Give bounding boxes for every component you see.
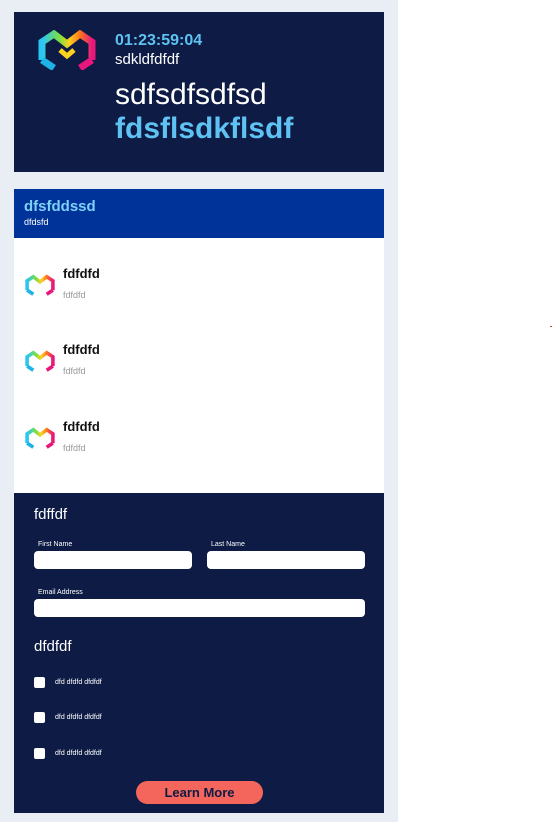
hero-title-accent: fdsflsdkflsdf bbox=[115, 112, 294, 145]
last-name-label: Last Name bbox=[211, 541, 245, 548]
m-logo-icon bbox=[25, 427, 55, 449]
list-item: fdfdfd fdfdfd bbox=[14, 411, 384, 471]
email-label: Email Address bbox=[38, 589, 83, 596]
options-heading: dfdfdf bbox=[34, 638, 72, 655]
first-name-field[interactable] bbox=[34, 551, 192, 569]
section-banner: dfsfddssd dfdsfd bbox=[14, 189, 384, 238]
option-label: dfd dfdfd dfdfdf bbox=[55, 714, 102, 721]
list-item-subtitle: fdfdfd bbox=[63, 443, 86, 453]
page-background: 01:23:59:04 sdkldfdfdf sdfsdfsdfsd fdsfl… bbox=[0, 0, 398, 822]
list-item-subtitle: fdfdfd bbox=[63, 290, 86, 300]
feature-list: fdfdfd fdfdfd fdfdfd fdfdfd fdfdfd fdfdf… bbox=[14, 238, 384, 493]
list-item-title: fdfdfd bbox=[63, 266, 100, 281]
option-checkbox[interactable] bbox=[34, 712, 45, 723]
list-item-title: fdfdfd bbox=[63, 419, 100, 434]
m-logo-icon bbox=[38, 30, 96, 70]
list-item: fdfdfd fdfdfd bbox=[14, 258, 384, 318]
hero-subtitle: sdkldfdfdf bbox=[115, 51, 180, 68]
option-checkbox[interactable] bbox=[34, 677, 45, 688]
email-field[interactable] bbox=[34, 599, 365, 617]
m-logo-icon bbox=[25, 274, 55, 296]
countdown-timer: 01:23:59:04 bbox=[115, 32, 203, 49]
list-item: fdfdfd fdfdfd bbox=[14, 334, 384, 394]
stray-mark bbox=[550, 326, 552, 327]
hero-title: sdfsdfsdfsd bbox=[115, 78, 267, 111]
m-logo-icon bbox=[25, 350, 55, 372]
hero-header: 01:23:59:04 sdkldfdfdf sdfsdfsdfsd fdsfl… bbox=[14, 12, 384, 172]
learn-more-button[interactable]: Learn More bbox=[136, 781, 263, 804]
banner-subtitle: dfdsfd bbox=[24, 217, 49, 227]
last-name-field[interactable] bbox=[207, 551, 365, 569]
first-name-label: First Name bbox=[38, 541, 73, 548]
option-checkbox[interactable] bbox=[34, 748, 45, 759]
form-heading: fdffdf bbox=[34, 506, 68, 523]
list-item-subtitle: fdfdfd bbox=[63, 366, 86, 376]
option-label: dfd dfdfd dfdfdf bbox=[55, 750, 102, 757]
list-item-title: fdfdfd bbox=[63, 342, 100, 357]
signup-form: fdffdf First Name Last Name Email Addres… bbox=[14, 493, 384, 813]
option-label: dfd dfdfd dfdfdf bbox=[55, 679, 102, 686]
banner-title: dfsfddssd bbox=[24, 198, 96, 215]
